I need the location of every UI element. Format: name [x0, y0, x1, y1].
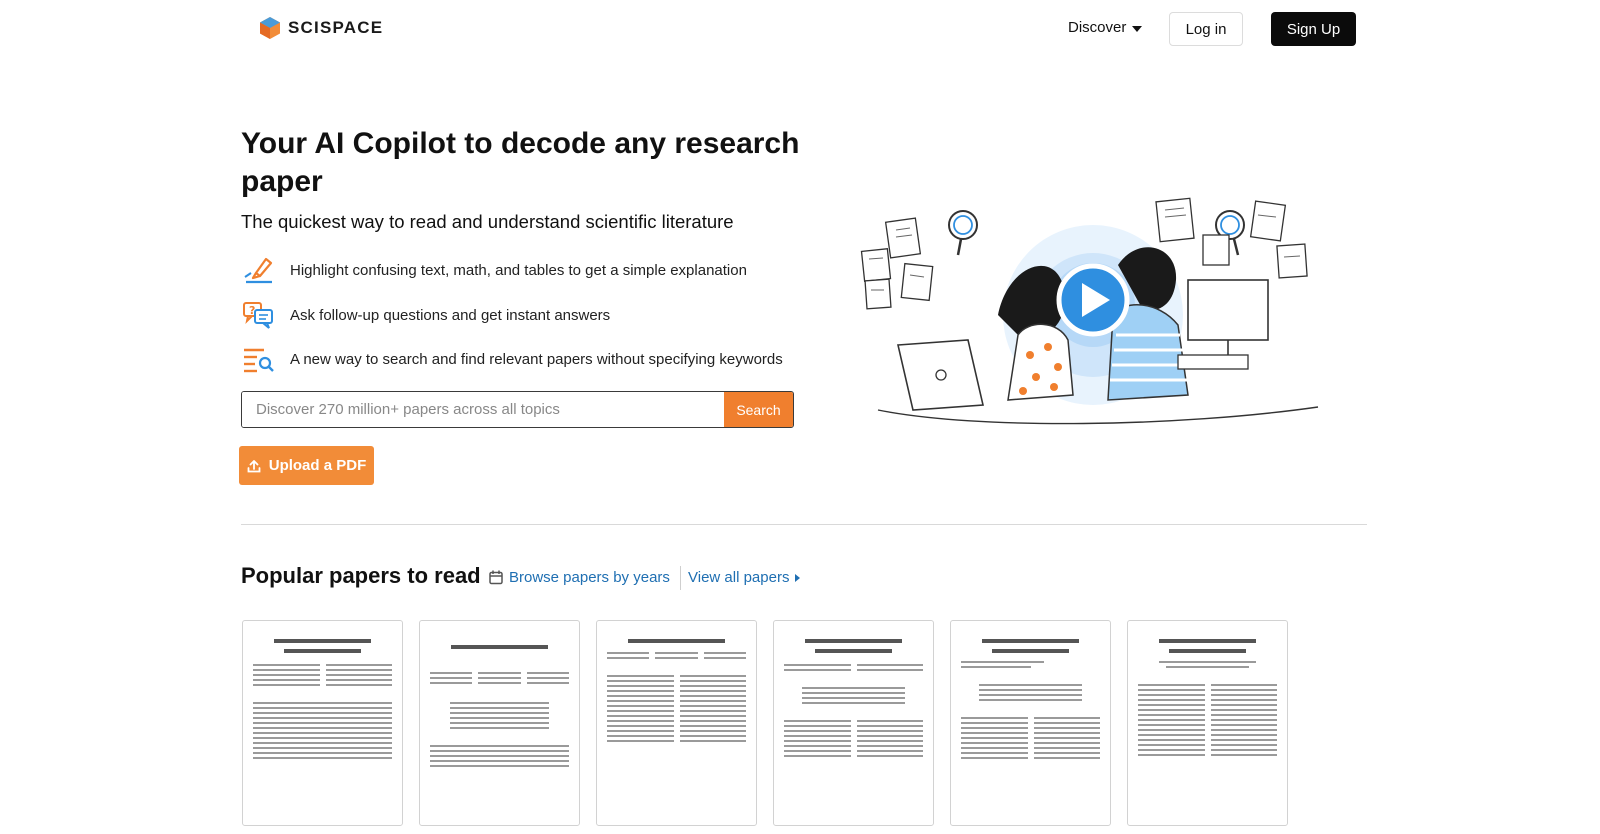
scispace-logo-icon [260, 17, 280, 39]
paper-thumbnail[interactable] [419, 620, 580, 826]
browse-by-years-link[interactable]: Browse papers by years [489, 569, 670, 586]
signup-button[interactable]: Sign Up [1271, 12, 1356, 46]
link-separator [680, 566, 681, 590]
floating-paper-left [860, 217, 934, 310]
upload-icon [247, 459, 261, 472]
paper-search: Search [241, 391, 794, 428]
upload-pdf-button[interactable]: Upload a PDF [239, 446, 374, 485]
hero-subtitle: The quickest way to read and understand … [241, 211, 734, 232]
scispace-logo[interactable]: SCISPACE [258, 16, 383, 40]
calendar-icon [489, 570, 503, 585]
hero-title: Your AI Copilot to decode any research p… [241, 127, 800, 198]
discover-dropdown[interactable]: Discover [1068, 19, 1143, 36]
chat-question-icon: ? [241, 300, 274, 330]
search-button[interactable]: Search [724, 392, 793, 427]
paper-thumbnail[interactable] [950, 620, 1111, 826]
search-list-icon [241, 344, 274, 374]
browse-label: Browse papers by years [509, 569, 670, 586]
feature-item-followup: ? Ask follow-up questions and get instan… [241, 300, 610, 330]
view-all-label: View all papers [688, 569, 790, 586]
section-divider [241, 524, 1367, 525]
popular-papers-title: Popular papers to read [241, 563, 481, 588]
feature-text: Highlight confusing text, math, and tabl… [290, 261, 747, 279]
logo-text: SCISPACE [288, 18, 384, 37]
play-video-icon [1056, 263, 1130, 337]
feature-item-highlight: Highlight confusing text, math, and tabl… [241, 255, 747, 285]
view-all-papers-link[interactable]: View all papers [688, 569, 801, 586]
highlighter-icon [241, 255, 274, 285]
upload-label: Upload a PDF [268, 457, 367, 474]
caret-down-icon [1132, 25, 1143, 32]
search-input[interactable] [242, 392, 724, 427]
paper-thumbnail[interactable] [596, 620, 757, 826]
paper-thumbnail[interactable] [242, 620, 403, 826]
chevron-right-icon [795, 573, 801, 582]
login-button[interactable]: Log in [1169, 12, 1243, 46]
top-nav: SCISPACE Discover Log in Sign Up [0, 0, 1600, 60]
paper-thumbnail[interactable] [1127, 620, 1288, 826]
feature-text: A new way to search and find relevant pa… [290, 350, 783, 368]
paper-thumbnail[interactable] [773, 620, 934, 826]
paper-thumbnails [242, 620, 1288, 826]
discover-label: Discover [1068, 19, 1127, 36]
feature-text: Ask follow-up questions and get instant … [290, 306, 611, 324]
feature-item-search: A new way to search and find relevant pa… [241, 344, 783, 374]
hero-illustration [860, 197, 1319, 425]
